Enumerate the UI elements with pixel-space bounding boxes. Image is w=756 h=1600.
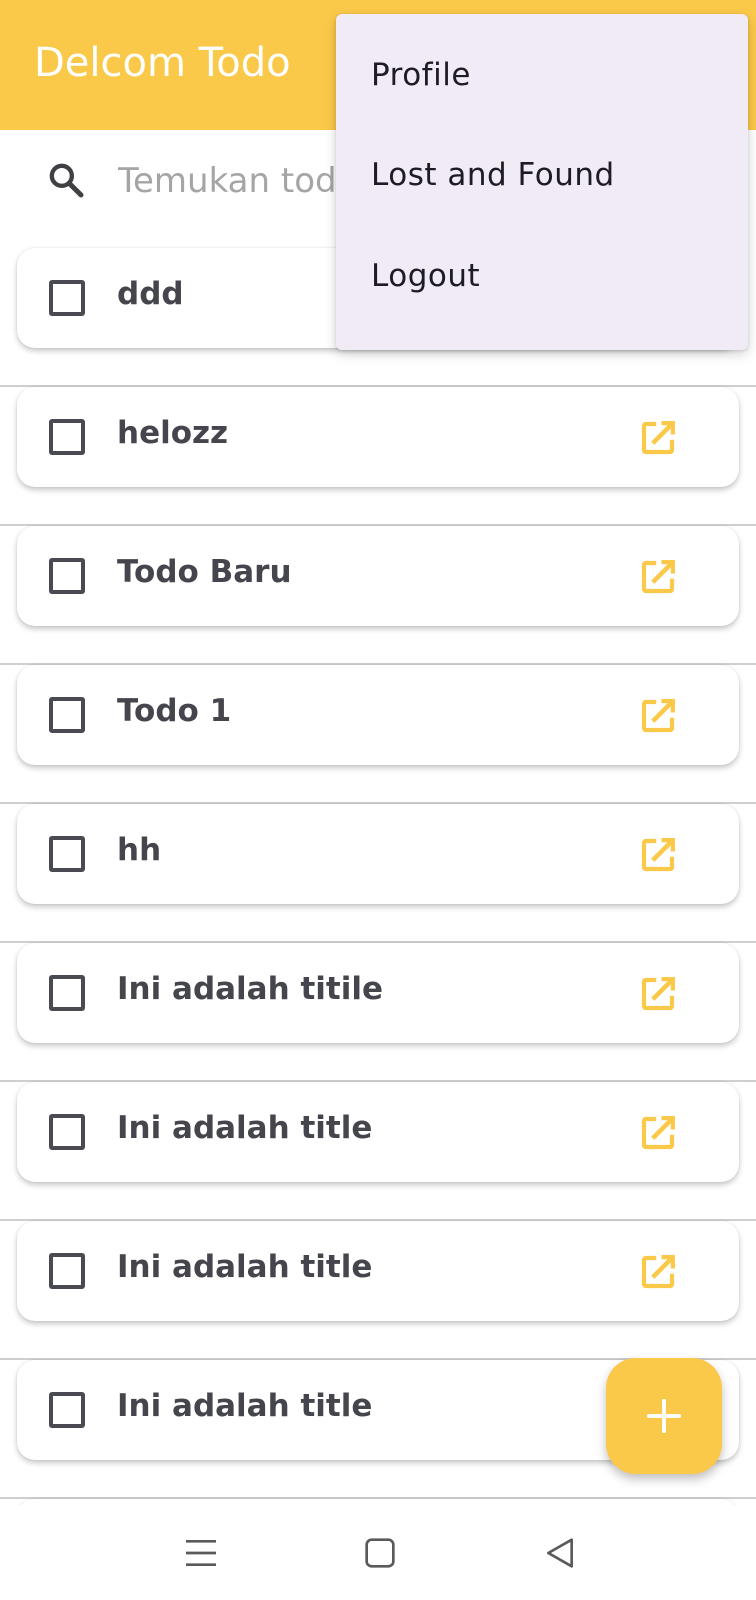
todo-checkbox[interactable] [49, 697, 85, 733]
todo-card[interactable]: Ini adalah title [17, 1221, 739, 1321]
app-title: Delcom Todo [34, 40, 291, 86]
todo-title: Ini adalah title [117, 1388, 373, 1424]
list-item: helozz [0, 387, 756, 526]
list-item: Ini adalah title [0, 1082, 756, 1221]
todo-title: hh [117, 832, 162, 868]
todo-title: Ini adalah titile [117, 971, 383, 1007]
menu-item-profile[interactable]: Profile [336, 14, 748, 124]
todo-checkbox[interactable] [49, 975, 85, 1011]
edit-icon[interactable] [637, 417, 679, 459]
todo-checkbox[interactable] [49, 419, 85, 455]
list-item: Ini adalah titile [0, 943, 756, 1082]
todo-title: ddd [117, 276, 184, 312]
todo-title: Todo 1 [117, 693, 232, 729]
todo-title: Ini adalah title [117, 1110, 373, 1146]
plus-icon [647, 1399, 681, 1433]
todo-checkbox[interactable] [49, 280, 85, 316]
todo-card[interactable]: Ini adalah titile [17, 943, 739, 1043]
edit-icon[interactable] [637, 556, 679, 598]
todo-card[interactable]: hh [17, 804, 739, 904]
edit-icon[interactable] [637, 973, 679, 1015]
todo-checkbox[interactable] [49, 836, 85, 872]
menu-lines-icon[interactable] [181, 1533, 221, 1573]
todo-checkbox[interactable] [49, 1253, 85, 1289]
todo-checkbox[interactable] [49, 1114, 85, 1150]
list-item: Todo 1 [0, 665, 756, 804]
system-nav-bar [0, 1505, 756, 1600]
back-triangle-icon[interactable] [540, 1533, 580, 1573]
edit-icon[interactable] [637, 1112, 679, 1154]
todo-card[interactable]: helozz [17, 387, 739, 487]
todo-title: Todo Baru [117, 554, 292, 590]
list-item: Todo Baru [0, 526, 756, 665]
menu-item-logout[interactable]: Logout [336, 225, 748, 326]
todo-title: helozz [117, 415, 229, 451]
todo-checkbox[interactable] [49, 558, 85, 594]
list-item: hh [0, 804, 756, 943]
todo-card[interactable]: Todo 1 [17, 665, 739, 765]
search-icon[interactable] [46, 160, 86, 200]
edit-icon[interactable] [637, 1251, 679, 1293]
todo-card[interactable]: Ini adalah title [17, 1082, 739, 1182]
edit-icon[interactable] [637, 834, 679, 876]
edit-icon[interactable] [637, 695, 679, 737]
home-square-icon[interactable] [360, 1533, 400, 1573]
menu-item-lost-and-found[interactable]: Lost and Found [336, 124, 748, 225]
list-item: Ini adalah title [0, 1221, 756, 1360]
todo-title: Ini adalah title [117, 1249, 373, 1285]
screen: Delcom Todo ddd helozz [0, 0, 756, 1600]
overflow-menu: Profile Lost and Found Logout [336, 14, 748, 350]
add-todo-button[interactable] [606, 1358, 722, 1474]
todo-card[interactable]: Todo Baru [17, 526, 739, 626]
todo-checkbox[interactable] [49, 1392, 85, 1428]
